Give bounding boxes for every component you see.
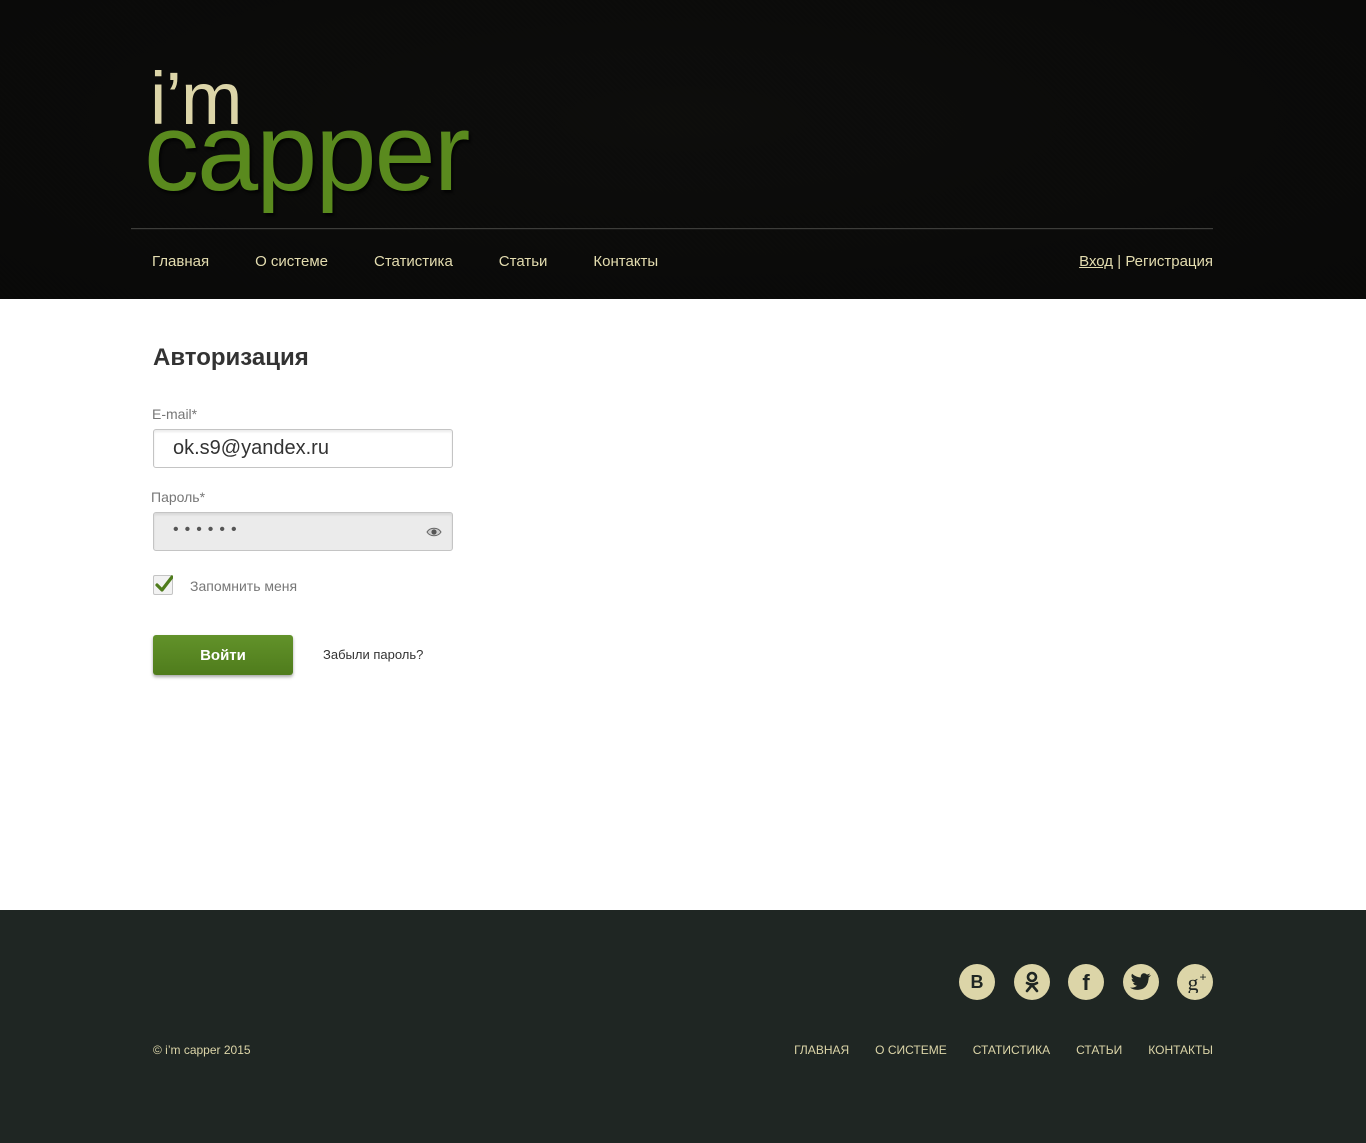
- footer-nav-about[interactable]: О СИСТЕМЕ: [875, 1043, 947, 1057]
- nav-item-contacts[interactable]: Контакты: [593, 253, 658, 270]
- register-link[interactable]: Регистрация: [1125, 253, 1213, 270]
- email-field[interactable]: [153, 429, 453, 468]
- password-label: Пароль*: [151, 489, 206, 505]
- footer-nav: ГЛАВНАЯ О СИСТЕМЕ СТАТИСТИКА СТАТЬИ КОНТ…: [768, 1043, 1213, 1057]
- remember-label[interactable]: Запомнить меня: [190, 578, 297, 594]
- login-section: Авторизация E-mail* Пароль* •••••• Запом…: [0, 299, 1366, 910]
- svg-text:+: +: [1199, 971, 1206, 984]
- page-title: Авторизация: [153, 344, 309, 371]
- eye-icon[interactable]: [426, 525, 442, 543]
- remember-checkbox[interactable]: [153, 575, 173, 595]
- logo-bottom-text: capper: [144, 91, 470, 214]
- nav-item-about[interactable]: О системе: [255, 253, 328, 270]
- nav-item-statistics[interactable]: Статистика: [374, 253, 453, 270]
- site-footer: B f g + © i’m capper 2015 ГЛАВНАЯ О СИСТ…: [0, 910, 1366, 1143]
- site-header: i’m capper Главная О системе Статистика …: [0, 0, 1366, 299]
- password-mask: ••••••: [173, 521, 243, 538]
- checkmark-icon: [155, 575, 173, 592]
- odnoklassniki-icon[interactable]: [1013, 964, 1050, 1000]
- twitter-icon[interactable]: [1122, 964, 1159, 1000]
- social-links: B f g +: [941, 964, 1213, 1000]
- vk-icon[interactable]: B: [959, 964, 995, 1000]
- forgot-password-link[interactable]: Забыли пароль?: [323, 647, 423, 662]
- header-divider: [131, 228, 1213, 230]
- password-field[interactable]: ••••••: [153, 512, 453, 551]
- nav-item-home[interactable]: Главная: [152, 253, 209, 270]
- svg-text:B: B: [971, 972, 984, 992]
- facebook-icon[interactable]: f: [1068, 964, 1104, 1000]
- site-logo[interactable]: i’m capper: [144, 62, 508, 212]
- svg-text:f: f: [1082, 971, 1090, 993]
- main-nav: Главная О системе Статистика Статьи Конт…: [152, 253, 704, 270]
- svg-text:g: g: [1188, 971, 1199, 993]
- email-label: E-mail*: [152, 406, 198, 422]
- auth-separator: |: [1117, 253, 1122, 270]
- login-button[interactable]: Войти: [153, 635, 293, 675]
- google-plus-icon[interactable]: g +: [1177, 964, 1213, 1000]
- footer-nav-home[interactable]: ГЛАВНАЯ: [794, 1043, 849, 1057]
- footer-nav-statistics[interactable]: СТАТИСТИКА: [973, 1043, 1050, 1057]
- nav-item-articles[interactable]: Статьи: [499, 253, 548, 270]
- footer-nav-contacts[interactable]: КОНТАКТЫ: [1148, 1043, 1213, 1057]
- login-link[interactable]: Вход: [1079, 253, 1113, 270]
- copyright-text: © i’m capper 2015: [153, 1043, 251, 1057]
- footer-nav-articles[interactable]: СТАТЬИ: [1076, 1043, 1122, 1057]
- auth-links: Вход | Регистрация: [1079, 253, 1213, 270]
